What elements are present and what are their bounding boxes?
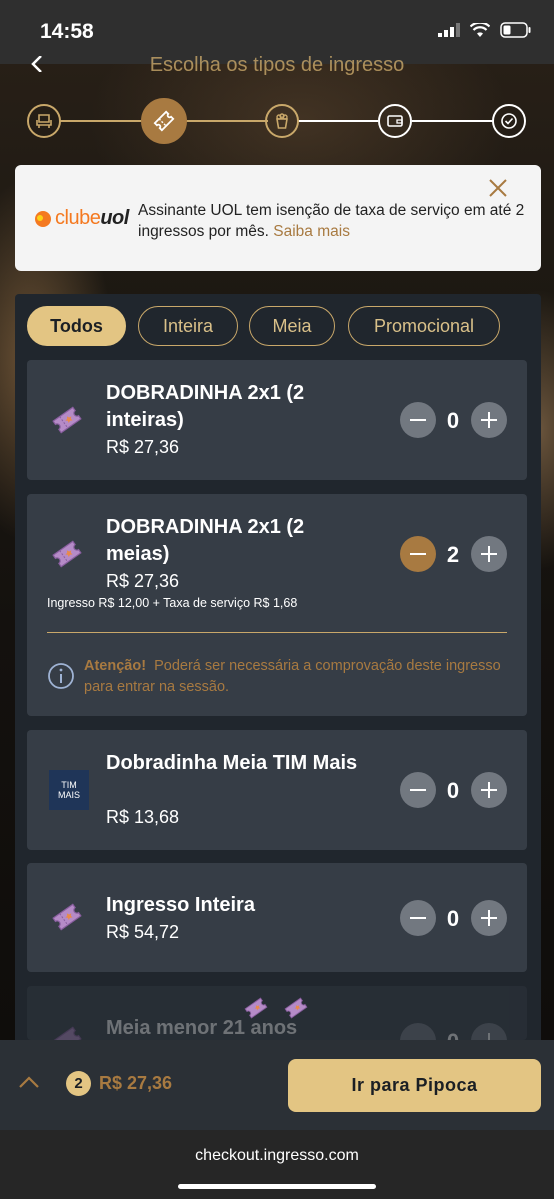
ticket-card: Ingresso Inteira R$ 54,72 0 xyxy=(27,863,527,972)
ticket-price: R$ 13,68 xyxy=(106,807,180,827)
plus-icon xyxy=(481,910,497,926)
decrease-button[interactable] xyxy=(400,402,436,438)
saiba-mais-link[interactable]: Saiba mais xyxy=(273,223,350,240)
minus-icon xyxy=(410,553,426,555)
increase-button[interactable] xyxy=(471,1023,507,1040)
ticket-icon xyxy=(52,406,82,434)
ticket-price: R$ 54,72 xyxy=(106,922,180,942)
step-tickets[interactable] xyxy=(141,98,187,144)
increase-button[interactable] xyxy=(471,536,507,572)
notice-text: Atenção! Poderá ser necessária a comprov… xyxy=(84,656,504,698)
step-confirm[interactable] xyxy=(492,104,526,138)
ticket-name: DOBRADINHA 2x1 (2 meias) xyxy=(106,516,305,565)
ticket-name: Ingresso Inteira xyxy=(106,894,255,916)
home-indicator xyxy=(178,1184,376,1189)
quantity-value: 2 xyxy=(446,542,460,567)
info-icon xyxy=(48,663,74,689)
cart-total: R$ 27,36 xyxy=(99,1073,173,1093)
stepper-line xyxy=(186,120,268,122)
banner-text: Assinante UOL tem isenção de taxa de ser… xyxy=(138,200,538,242)
step-payment[interactable] xyxy=(378,104,412,138)
ticket-icon xyxy=(52,1026,82,1040)
ticket-icon xyxy=(52,540,82,568)
ticket-price: R$ 27,36 xyxy=(106,437,180,457)
page-title: Escolha os tipos de ingresso xyxy=(149,54,405,76)
close-icon[interactable] xyxy=(488,178,508,198)
fee-breakdown: Ingresso R$ 12,00 + Taxa de serviço R$ 1… xyxy=(47,596,298,610)
plus-icon xyxy=(481,546,497,562)
plus-icon xyxy=(481,412,497,428)
status-icons xyxy=(438,22,532,38)
minus-icon xyxy=(410,419,426,421)
filter-promocional[interactable]: Promocional xyxy=(348,306,500,346)
increase-button[interactable] xyxy=(471,900,507,936)
plus-icon xyxy=(488,1033,490,1040)
wifi-icon xyxy=(470,22,490,37)
status-time: 14:58 xyxy=(40,20,94,43)
ticket-card: DOBRADINHA 2x1 (2 meias) R$ 27,36 2 Ingr… xyxy=(27,494,527,716)
filter-meia[interactable]: Meia xyxy=(249,306,335,346)
uol-circle-icon xyxy=(35,210,51,227)
logo-text-clube: clube xyxy=(55,207,101,229)
minus-icon xyxy=(410,789,426,791)
stepper-line xyxy=(412,120,494,122)
filter-inteira[interactable]: Inteira xyxy=(138,306,238,346)
quantity-value: 0 xyxy=(446,906,460,931)
battery-icon xyxy=(500,22,531,38)
increase-button[interactable] xyxy=(471,772,507,808)
step-popcorn[interactable] xyxy=(265,104,299,138)
tim-mais-logo: TIM MAIS xyxy=(49,770,89,810)
decrease-button[interactable] xyxy=(400,772,436,808)
ticket-icon xyxy=(52,903,82,931)
ticket-icon xyxy=(244,997,268,1019)
go-to-popcorn-button[interactable]: Ir para Pipoca xyxy=(288,1059,541,1112)
tim-logo-line2: MAIS xyxy=(57,790,80,800)
clube-uol-banner: clube uol Assinante UOL tem isenção de t… xyxy=(15,165,541,271)
stepper-line xyxy=(298,120,378,122)
quantity-value: 0 xyxy=(446,408,460,433)
notice-message: Poderá ser necessária a comprovação dest… xyxy=(84,658,501,695)
ticket-icon xyxy=(153,110,175,132)
logo-text-uol: uol xyxy=(100,207,129,229)
minus-icon xyxy=(410,917,426,919)
ticket-name: DOBRADINHA 2x1 (2 inteiras) xyxy=(106,382,305,431)
decrease-button[interactable] xyxy=(400,900,436,936)
increase-button[interactable] xyxy=(471,402,507,438)
notice-title: Atenção! xyxy=(84,658,147,674)
url-text[interactable]: checkout.ingresso.com xyxy=(0,1147,554,1165)
filter-todos[interactable]: Todos xyxy=(27,306,126,346)
ticket-card: TIM MAIS Dobradinha Meia TIM Mais R$ 13,… xyxy=(27,730,527,850)
divider xyxy=(47,632,507,633)
signal-icon xyxy=(438,23,460,37)
stepper-line xyxy=(60,120,144,122)
ticket-card: DOBRADINHA 2x1 (2 inteiras) R$ 27,36 0 xyxy=(27,360,527,480)
ticket-card: Meia menor 21 anos 0 xyxy=(27,986,527,1040)
tim-logo-line1: TIM xyxy=(61,780,77,790)
chevron-up-icon[interactable] xyxy=(18,1075,40,1089)
progress-stepper xyxy=(0,96,554,146)
ticket-price: R$ 27,36 xyxy=(106,571,180,591)
quantity-value: 0 xyxy=(446,778,460,803)
cart-count-badge: 2 xyxy=(66,1071,91,1096)
ticket-icon xyxy=(284,997,308,1019)
wallet-icon xyxy=(387,115,403,127)
clube-uol-logo: clube uol xyxy=(34,207,129,230)
step-seat[interactable] xyxy=(27,104,61,138)
seat-icon xyxy=(36,114,52,128)
plus-icon xyxy=(481,782,497,798)
decrease-button[interactable] xyxy=(400,536,436,572)
quantity-value: 0 xyxy=(442,1029,464,1040)
check-circle-icon xyxy=(501,113,517,129)
ticket-name: Dobradinha Meia TIM Mais xyxy=(106,752,358,774)
popcorn-icon xyxy=(276,113,288,129)
